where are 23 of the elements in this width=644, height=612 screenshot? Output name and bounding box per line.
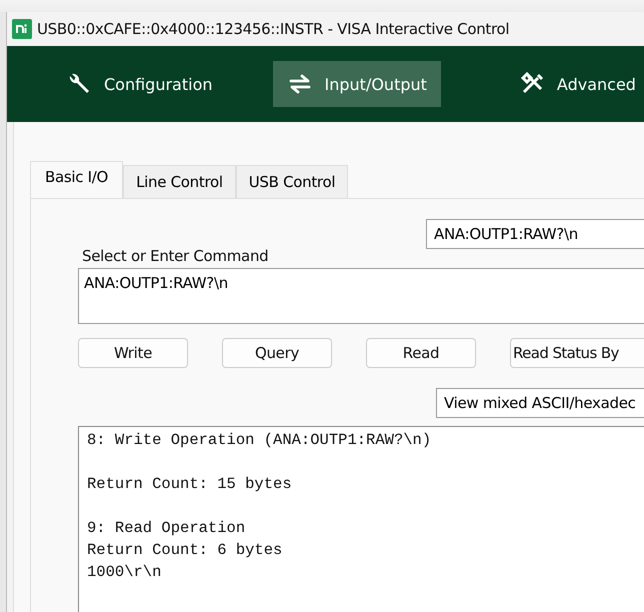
window-title: USB0::0xCAFE::0x4000::123456::INSTR - VISA Interactive Control <box>37 20 510 38</box>
output-line: 1000\r\n <box>87 562 162 583</box>
tab[interactable]: USB Control <box>236 165 348 198</box>
command-history-dropdown[interactable]: ANA:OUTP1:RAW?\n <box>426 219 644 249</box>
command-label: Select or Enter Command <box>81 247 268 265</box>
command-input[interactable]: ANA:OUTP1:RAW?\n <box>78 268 644 324</box>
output-line: Return Count: 15 bytes <box>87 474 293 495</box>
nav-tab[interactable]: Configuration <box>52 61 227 107</box>
tab[interactable]: Basic I/O <box>30 161 124 198</box>
nav-tab[interactable]: Input/Output <box>272 61 441 107</box>
tab[interactable]: Line Control <box>123 165 236 198</box>
action-button[interactable]: Write <box>78 338 188 368</box>
output-line: 9: Read Operation <box>87 518 246 539</box>
view-mode-dropdown[interactable]: View mixed ASCII/hexadec <box>436 388 644 418</box>
swap-arrows-icon <box>286 73 313 95</box>
action-button[interactable]: Query <box>222 338 332 368</box>
app-logo-icon <box>12 19 32 39</box>
nav-tab[interactable]: Advanced <box>506 61 644 107</box>
action-button[interactable]: Read <box>366 338 476 368</box>
tools-icon <box>520 72 545 96</box>
output-line: Return Count: 6 bytes <box>87 540 284 561</box>
output-line: 8: Write Operation (ANA:OUTP1:RAW?\n) <box>87 430 432 451</box>
action-button[interactable]: Read Status By <box>510 338 644 368</box>
